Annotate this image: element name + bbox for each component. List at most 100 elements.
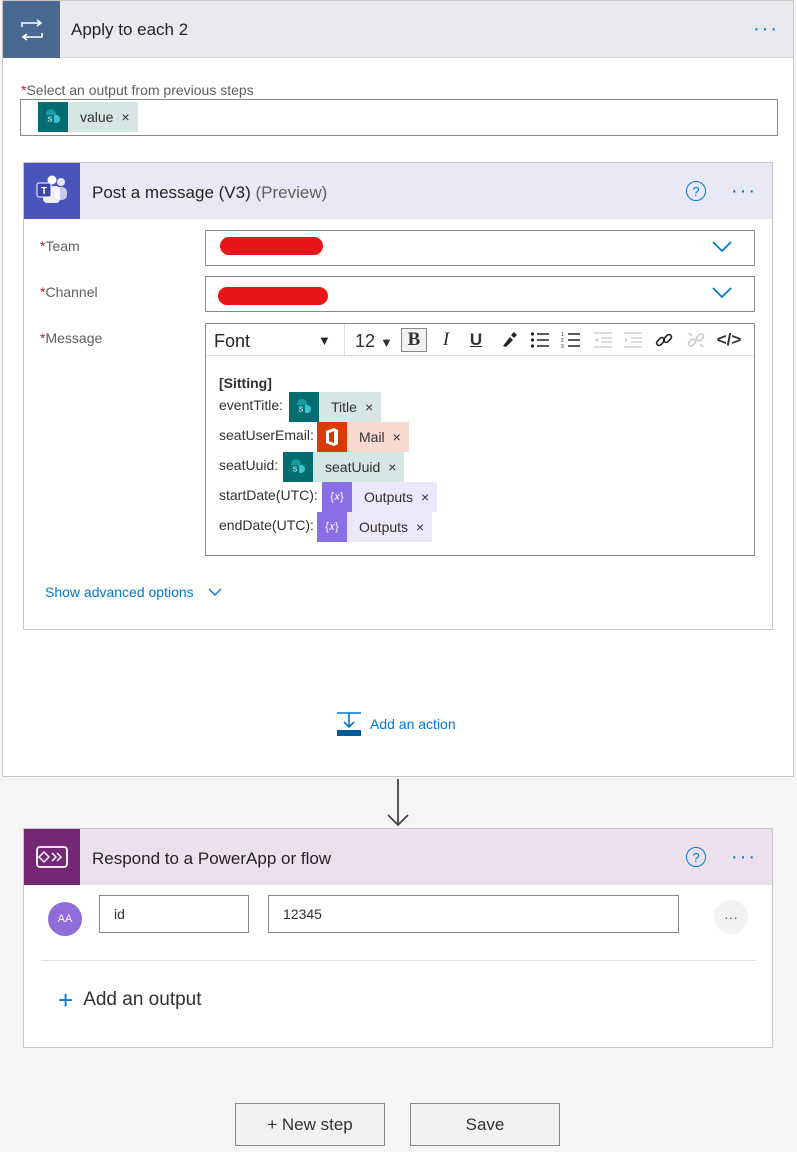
start-outputs-token[interactable]: {𝑥} Outputs × (322, 482, 438, 512)
chevron-down-icon (712, 241, 732, 253)
font-size-value: 12 (355, 331, 376, 351)
remove-token-button[interactable]: × (416, 519, 432, 535)
teams-icon: T (24, 163, 80, 219)
output-name-input[interactable]: id (99, 895, 249, 933)
add-action-label: Add an action (370, 716, 456, 732)
output-row-more-button[interactable]: ··· (714, 900, 748, 934)
respond-more-button[interactable]: ··· (731, 847, 757, 867)
font-family-select[interactable]: Font ▼ (214, 331, 332, 352)
apply-to-each-title: Apply to each 2 (71, 20, 189, 39)
add-action-icon (337, 712, 361, 736)
unlink-icon[interactable] (683, 328, 709, 352)
powerapps-icon (24, 829, 80, 885)
font-family-value: Font (214, 331, 251, 351)
toolbar-divider (344, 324, 345, 356)
message-label-text: Message (45, 330, 103, 346)
font-color-icon[interactable] (496, 328, 522, 352)
apply-more-options-button[interactable]: ··· (753, 19, 779, 39)
help-icon[interactable]: ? (686, 181, 706, 201)
value-token-label: value (80, 109, 114, 125)
team-label: *Team (40, 238, 80, 254)
add-output-button[interactable]: + Add an output (58, 985, 202, 1015)
seat-user-email-label: seatUserEmail: (219, 427, 314, 443)
select-output-label: *Select an output from previous steps (21, 82, 254, 98)
respond-header[interactable]: Respond to a PowerApp or flow ? ··· (24, 829, 772, 885)
seat-uuid-token[interactable]: S seatUuid × (283, 452, 405, 482)
show-advanced-label: Show advanced options (45, 584, 194, 600)
link-icon[interactable] (651, 328, 677, 352)
post-message-card: T Post a message (V3) (Preview) ? ··· *T… (23, 162, 773, 630)
office-icon (317, 422, 347, 452)
apply-to-each-header[interactable]: Apply to each 2 ··· (3, 1, 793, 58)
redacted-value (218, 287, 328, 305)
remove-token-button[interactable]: × (121, 109, 137, 125)
remove-token-button[interactable]: × (421, 489, 437, 505)
start-outputs-token-label: Outputs (364, 489, 414, 505)
output-value-input[interactable]: 12345 (268, 895, 679, 933)
seat-uuid-label: seatUuid: (219, 457, 279, 473)
team-dropdown[interactable] (205, 230, 755, 266)
title-token-label: Title (331, 399, 357, 415)
numbered-list-icon[interactable]: 123 (558, 328, 584, 352)
title-token[interactable]: S Title × (289, 392, 382, 422)
chevron-down-icon (208, 588, 222, 596)
seat-uuid-token-label: seatUuid (325, 459, 381, 475)
channel-dropdown[interactable] (205, 276, 755, 312)
italic-button[interactable]: I (433, 328, 459, 352)
channel-label: *Channel (40, 284, 98, 300)
text-type-avatar: AA (48, 902, 82, 936)
remove-token-button[interactable]: × (393, 429, 409, 445)
team-label-text: Team (45, 238, 80, 254)
chevron-down-icon (712, 287, 732, 299)
end-date-label: endDate(UTC): (219, 517, 314, 533)
caret-down-icon: ▼ (380, 335, 393, 350)
post-message-more-button[interactable]: ··· (731, 181, 757, 201)
svg-text:S: S (48, 117, 53, 124)
show-advanced-options-link[interactable]: Show advanced options (45, 584, 222, 600)
select-output-field[interactable]: S value × (20, 99, 778, 136)
code-view-button[interactable]: </> (714, 328, 744, 352)
channel-label-text: Channel (45, 284, 98, 300)
redacted-value (220, 237, 323, 255)
decrease-indent-icon[interactable] (590, 328, 616, 352)
increase-indent-icon[interactable] (620, 328, 646, 352)
post-message-title-text: Post a message (V3) (92, 183, 251, 202)
preview-badge: (Preview) (255, 183, 328, 202)
expression-icon: {𝑥} (322, 482, 352, 512)
apply-to-each-card: Apply to each 2 ··· *Select an output fr… (2, 0, 794, 777)
add-output-label: Add an output (83, 989, 202, 1010)
start-date-label: startDate(UTC): (219, 487, 318, 503)
bold-button[interactable]: B (401, 328, 427, 352)
respond-card: Respond to a PowerApp or flow ? ··· AA i… (23, 828, 773, 1048)
save-button[interactable]: Save (410, 1103, 560, 1146)
editor-toolbar: Font ▼ 12 ▼ B I U 123 </> (206, 324, 754, 356)
divider (41, 960, 756, 961)
end-outputs-token[interactable]: {𝑥} Outputs × (317, 512, 433, 542)
new-step-button[interactable]: + New step (235, 1103, 385, 1146)
message-editor[interactable]: Font ▼ 12 ▼ B I U 123 </> [Sitting] even… (205, 323, 755, 556)
svg-text:3: 3 (561, 344, 564, 349)
add-action-button[interactable]: Add an action (336, 711, 456, 737)
expression-icon: {𝑥} (317, 512, 347, 542)
svg-text:S: S (293, 467, 298, 474)
font-size-select[interactable]: 12 ▼ (355, 331, 393, 352)
bulleted-list-icon[interactable] (527, 328, 553, 352)
remove-token-button[interactable]: × (388, 459, 404, 475)
caret-down-icon: ▼ (318, 333, 331, 348)
mail-token-label: Mail (359, 429, 385, 445)
post-message-header[interactable]: T Post a message (V3) (Preview) ? ··· (24, 163, 772, 219)
mail-token[interactable]: Mail × (317, 422, 409, 452)
plus-icon: + (58, 985, 74, 1015)
underline-button[interactable]: U (463, 328, 489, 352)
message-label: *Message (40, 330, 102, 346)
connector-arrow-icon (387, 779, 409, 827)
remove-token-button[interactable]: × (365, 399, 381, 415)
value-token[interactable]: S value × (38, 102, 138, 132)
svg-text:T: T (41, 186, 47, 197)
end-outputs-token-label: Outputs (359, 519, 409, 535)
event-title-label: eventTitle: (219, 397, 284, 413)
sharepoint-icon: S (38, 102, 68, 132)
sharepoint-icon: S (289, 392, 319, 422)
help-icon[interactable]: ? (686, 847, 706, 867)
message-heading: [Sitting] (219, 375, 272, 391)
